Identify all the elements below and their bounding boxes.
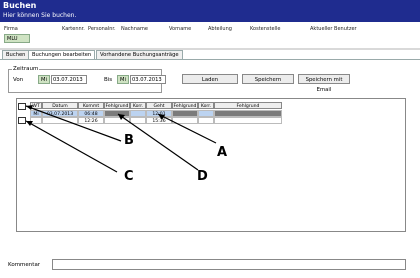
callout-a: A [217, 145, 228, 160]
arrow-a [157, 113, 217, 144]
arrowhead-c [26, 121, 33, 126]
callout-arrows [25, 105, 217, 173]
arrowhead-d [118, 114, 125, 120]
callout-b: B [124, 133, 134, 148]
kommentar-field[interactable] [52, 259, 406, 270]
arrow-b [25, 105, 122, 142]
arrow-c [25, 120, 118, 173]
callout-d: D [197, 169, 208, 184]
callout-c: C [124, 169, 134, 184]
kommentar-label: Kommentar [8, 262, 41, 268]
